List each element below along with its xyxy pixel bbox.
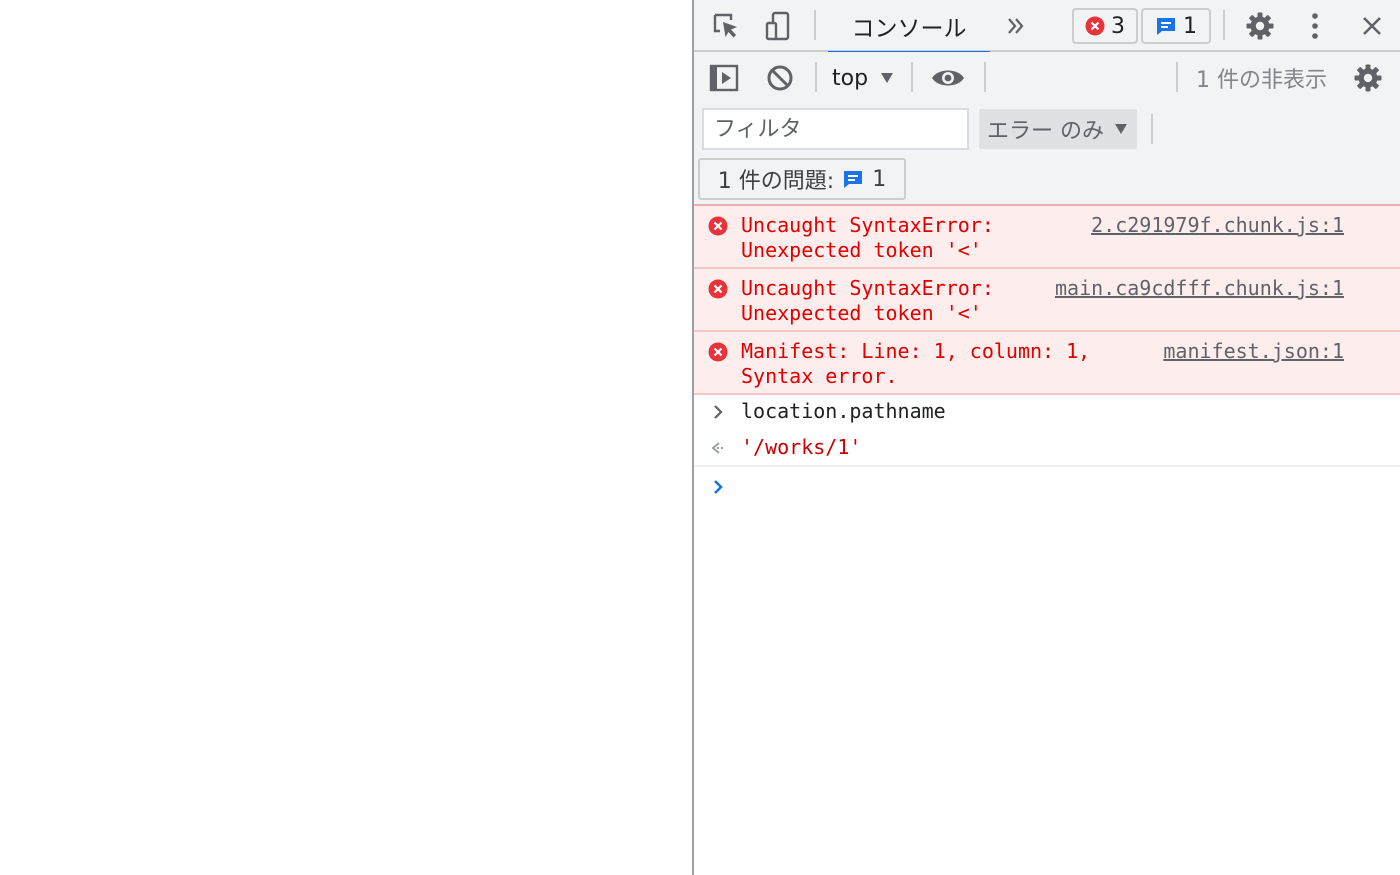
error-circle-icon [708,216,728,236]
issues-count: 1 [872,166,887,192]
error-circle-icon [708,279,728,299]
kebab-menu-icon[interactable] [1297,8,1333,44]
context-label: top [832,65,869,91]
toolbar-separator [1151,114,1153,144]
filter-input[interactable] [702,108,969,150]
console-result: '/works/1' [694,431,1400,467]
hidden-messages-count: 1 件の非表示 [1196,68,1327,93]
error-source-link[interactable]: main.ca9cdfff.chunk.js:1 [1055,276,1344,301]
toolbar-separator [984,62,986,92]
toolbar-separator [814,10,816,40]
chevron-right-icon [714,405,723,419]
toolbar-separator [815,62,817,92]
devtools-panel: コンソール 3 1 top 1 件の非表示 フィルタ エラー のみ 1 件の問題… [694,0,1400,875]
console-input-echo: location.pathname [694,395,1400,431]
tab-console-label: コンソール [851,16,967,42]
issues-button[interactable]: 1 件の問題: 1 [698,158,906,200]
toolbar-separator [911,62,913,92]
issue-count: 1 [1183,13,1197,39]
devtools-tabbar: コンソール 3 1 [694,0,1400,54]
error-count-badge[interactable]: 3 [1072,8,1138,44]
eye-icon[interactable] [930,60,966,96]
inspect-element-icon[interactable] [708,8,744,44]
message-icon [844,171,863,188]
toolbar-separator [1223,10,1225,40]
console-error-message: Uncaught SyntaxError: Unexpected token '… [694,206,1400,269]
log-levels-dropdown[interactable]: エラー のみ [979,109,1137,149]
chevrons-right-icon[interactable] [998,8,1034,44]
console-error-message: Manifest: Line: 1, column: 1, Syntax err… [694,332,1400,395]
console-messages: Uncaught SyntaxError: Unexpected token '… [694,206,1400,507]
result-arrow-icon [711,442,724,454]
context-selector[interactable]: top [832,62,894,94]
toolbar-separator [1176,62,1178,92]
issues-label: 1 件の問題: [717,169,835,194]
prompt-chevron-icon [714,480,723,494]
error-source-link[interactable]: manifest.json:1 [1163,339,1344,364]
error-text: Manifest: Line: 1, column: 1, Syntax err… [741,339,1091,388]
tab-console[interactable]: コンソール [828,0,990,54]
clear-console-icon[interactable] [762,60,798,96]
error-source-link[interactable]: 2.c291979f.chunk.js:1 [1091,213,1344,238]
console-toolbar: top 1 件の非表示 [694,52,1400,104]
issues-bar: 1 件の問題: 1 [694,154,1400,206]
console-error-message: Uncaught SyntaxError: Unexpected token '… [694,269,1400,332]
error-circle-icon [1085,16,1105,36]
dropdown-triangle-icon [1115,124,1127,134]
message-icon [1157,18,1175,35]
close-icon[interactable] [1354,8,1390,44]
error-circle-icon [708,342,728,362]
error-count: 3 [1111,13,1125,39]
issue-count-badge[interactable]: 1 [1141,8,1211,44]
dropdown-triangle-icon [881,73,894,83]
console-settings-gear-icon[interactable] [1350,60,1386,96]
sidebar-toggle-icon[interactable] [706,60,742,96]
error-text: Uncaught SyntaxError: Unexpected token '… [741,276,994,325]
device-toolbar-icon[interactable] [760,8,796,44]
gear-icon[interactable] [1242,8,1278,44]
console-prompt[interactable] [694,467,1400,507]
error-text: Uncaught SyntaxError: Unexpected token '… [741,213,994,262]
result-value: '/works/1' [741,435,862,459]
inspected-page-viewport [0,0,692,875]
console-filter-bar: エラー のみ [694,104,1400,154]
log-levels-label: エラー のみ [987,119,1104,144]
input-expression: location.pathname [741,399,946,423]
